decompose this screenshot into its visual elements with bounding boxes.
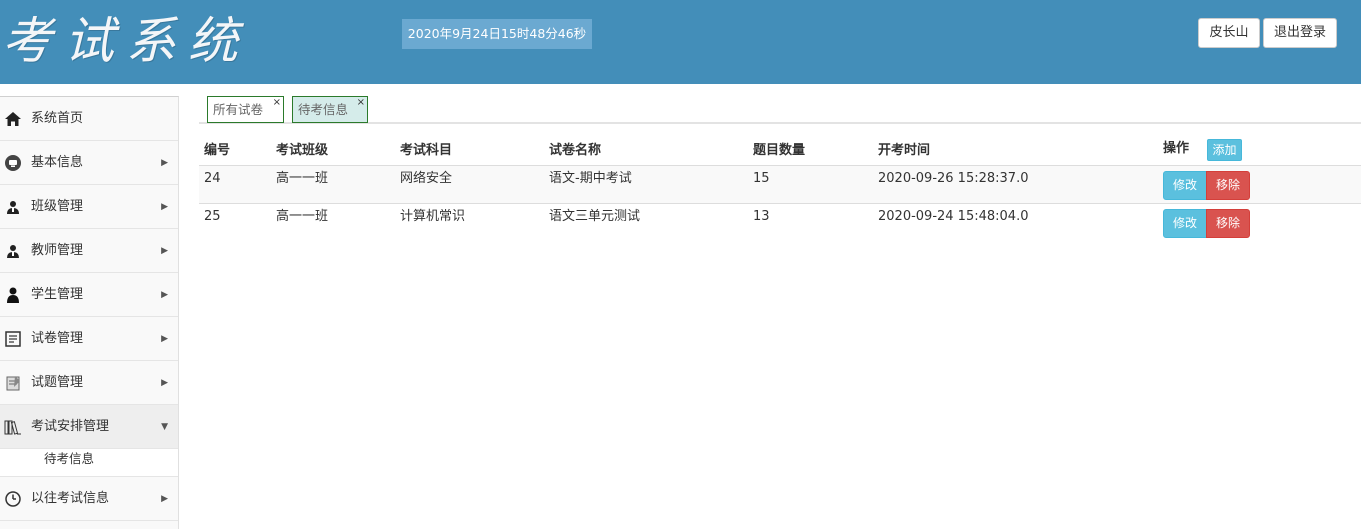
chevron-right-icon: ▶ — [161, 378, 168, 388]
user-button[interactable]: 皮长山 — [1198, 18, 1260, 48]
sidebar-item-label: 班级管理 — [31, 199, 84, 214]
sidebar-item-exam-schedule[interactable]: 考试安排管理 ▼ — [0, 405, 178, 449]
sidebar-item-label: 基本信息 — [31, 155, 84, 170]
column-header: 编号 — [204, 143, 231, 158]
table-cell: 语文三单元测试 — [549, 209, 641, 224]
sidebar-item-label: 试卷管理 — [31, 331, 84, 346]
sidebar-item-question-management[interactable]: 试题管理 ▶ — [0, 361, 178, 405]
tab-label: 所有试卷 — [213, 102, 264, 117]
close-icon[interactable]: × — [357, 90, 365, 115]
sidebar-subitem-label: 待考信息 — [44, 451, 95, 466]
table-cell: 计算机常识 — [400, 209, 466, 224]
current-datetime: 2020年9月24日15时48分46秒 — [402, 19, 592, 49]
remove-button[interactable]: 移除 — [1206, 209, 1250, 238]
monitor-icon — [4, 154, 22, 172]
edit-button[interactable]: 修改 — [1163, 171, 1207, 200]
edit-button[interactable]: 修改 — [1163, 209, 1207, 238]
table-cell: 15 — [753, 171, 770, 186]
close-icon[interactable]: × — [273, 90, 281, 115]
chevron-right-icon: ▶ — [161, 334, 168, 344]
chevron-right-icon: ▶ — [161, 202, 168, 212]
table-cell: 语文-期中考试 — [549, 171, 632, 186]
logout-button[interactable]: 退出登录 — [1263, 18, 1337, 48]
table-cell: 网络安全 — [400, 171, 453, 186]
table-cell: 高一一班 — [276, 171, 329, 186]
table-cell: 2020-09-24 15:48:04.0 — [878, 209, 1029, 224]
column-header: 题目数量 — [753, 143, 806, 158]
sidebar-item-past-exams[interactable]: 以往考试信息 ▶ — [0, 477, 178, 521]
table-cell: 13 — [753, 209, 770, 224]
paper-icon — [4, 330, 22, 348]
tab-all-papers[interactable]: 所有试卷 × — [207, 96, 284, 123]
table-header-row: 编号 考试班级 考试科目 试卷名称 题目数量 开考时间 操作 添加 — [199, 136, 1361, 166]
sidebar-item-label: 试题管理 — [31, 375, 84, 390]
sidebar-subitem-pending-exams[interactable]: 待考信息 — [0, 449, 178, 477]
sidebar-item-class-management[interactable]: 班级管理 ▶ — [0, 185, 178, 229]
table-cell: 25 — [204, 209, 221, 224]
group-icon — [4, 198, 22, 216]
table-cell: 高一一班 — [276, 209, 329, 224]
tab-label: 待考信息 — [298, 102, 349, 117]
chevron-right-icon: ▶ — [161, 290, 168, 300]
tab-bar: 所有试卷 × 待考信息 × — [199, 96, 1361, 124]
teacher-icon — [4, 242, 22, 260]
sidebar-item-label: 教师管理 — [31, 243, 84, 258]
sidebar-item-teacher-management[interactable]: 教师管理 ▶ — [0, 229, 178, 273]
app-logo: 考试系统 — [2, 12, 250, 70]
student-icon — [4, 286, 22, 304]
sidebar-item-student-management[interactable]: 学生管理 ▶ — [0, 273, 178, 317]
chevron-right-icon: ▶ — [161, 246, 168, 256]
tab-pending-exams[interactable]: 待考信息 × — [292, 96, 368, 123]
question-icon — [4, 374, 22, 392]
top-header: 考试系统 2020年9月24日15时48分46秒 皮长山 退出登录 — [0, 0, 1361, 84]
table-cell: 24 — [204, 171, 221, 186]
table-row: 25 高一一班 计算机常识 语文三单元测试 13 2020-09-24 15:4… — [199, 204, 1361, 242]
table-cell: 2020-09-26 15:28:37.0 — [878, 171, 1029, 186]
column-header: 操作 — [1163, 141, 1190, 156]
sidebar-item-home[interactable]: 系统首页 — [0, 97, 178, 141]
chevron-right-icon: ▶ — [161, 494, 168, 504]
sidebar-item-label: 学生管理 — [31, 287, 84, 302]
chevron-right-icon: ▶ — [161, 158, 168, 168]
sidebar-item-label: 系统首页 — [31, 111, 84, 126]
table-row: 24 高一一班 网络安全 语文-期中考试 15 2020-09-26 15:28… — [199, 166, 1361, 204]
sidebar-item-label: 以往考试信息 — [31, 491, 110, 506]
sidebar-item-paper-management[interactable]: 试卷管理 ▶ — [0, 317, 178, 361]
column-header: 考试科目 — [400, 143, 453, 158]
clock-icon — [4, 490, 22, 508]
sidebar-item-label: 考试安排管理 — [31, 419, 110, 434]
column-header: 考试班级 — [276, 143, 329, 158]
remove-button[interactable]: 移除 — [1206, 171, 1250, 200]
home-icon — [4, 110, 22, 128]
exam-table: 编号 考试班级 考试科目 试卷名称 题目数量 开考时间 操作 添加 24 高一一… — [199, 136, 1361, 242]
books-icon — [4, 418, 22, 436]
sidebar: 系统首页 基本信息 ▶ 班级管理 ▶ 教师管理 ▶ 学生管理 ▶ 试卷管理 ▶ — [0, 96, 179, 529]
column-header: 开考时间 — [878, 143, 931, 158]
chevron-down-icon: ▼ — [161, 422, 168, 432]
column-header: 试卷名称 — [549, 143, 602, 158]
add-button[interactable]: 添加 — [1207, 139, 1242, 161]
sidebar-item-basic-info[interactable]: 基本信息 ▶ — [0, 141, 178, 185]
